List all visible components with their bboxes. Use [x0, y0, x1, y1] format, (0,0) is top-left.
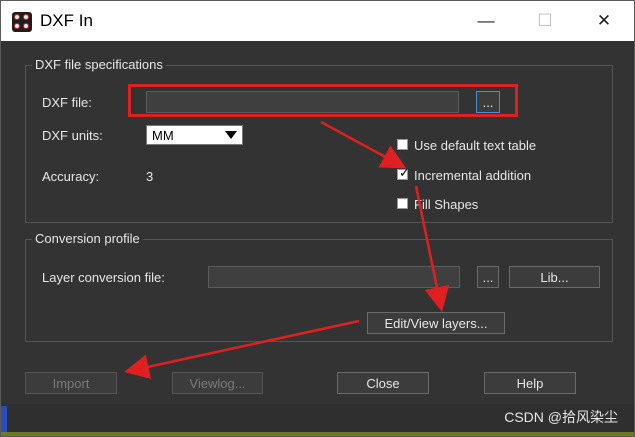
- arrow-to-import: [124, 319, 360, 379]
- background-strip: [1, 432, 634, 436]
- arrow-to-incremental: [320, 120, 407, 169]
- arrow-to-edit-layers: [414, 185, 450, 312]
- annotation-arrows: [124, 120, 450, 379]
- dxf-in-dialog: DXF In — ☐ ✕ DXF file specifications DXF…: [0, 0, 635, 437]
- watermark-text: CSDN @拾风染尘: [504, 409, 618, 425]
